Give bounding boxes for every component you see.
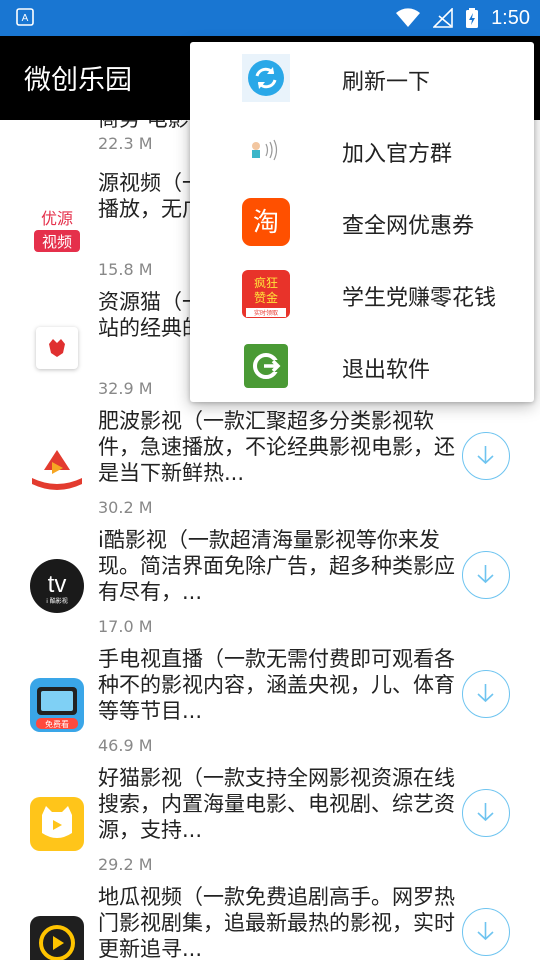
app-size: 15.8 M	[98, 260, 153, 279]
icon-text: i 酷影视	[46, 597, 68, 605]
app-description: 手电视直播（一款无需付费即可观看各种不的影视内容，涵盖央视，儿、体育等等节目..…	[98, 647, 455, 723]
app-icon-tv-live: 免费看	[30, 678, 84, 732]
app-size: 17.0 M	[98, 617, 153, 636]
app-icon-haomao	[30, 797, 84, 851]
menu-item-join-group[interactable]: 加入官方群	[190, 114, 534, 186]
qq-group-icon	[252, 139, 278, 161]
app-icon-resource-cat	[36, 327, 78, 369]
icon-text: 优源	[41, 209, 73, 228]
list-item[interactable]: 免费看 手电视直播（一款无需付费即可观看各种不的影视内容，涵盖央视，儿、体育等等…	[0, 646, 540, 764]
wifi-icon	[396, 8, 421, 27]
download-icon	[477, 565, 494, 584]
icon-text: 视频	[42, 233, 72, 251]
icon-text: 疯狂	[254, 275, 278, 290]
icon-text: tv	[48, 571, 67, 598]
download-button[interactable]	[462, 908, 510, 956]
icon-text: 淘	[253, 208, 279, 238]
no-signal-icon	[433, 8, 453, 28]
download-button[interactable]	[462, 789, 510, 837]
download-button[interactable]	[462, 432, 510, 480]
icon-text: 免费看	[45, 719, 69, 729]
list-item[interactable]: 肥波影视（一款汇聚超多分类影视软件，急速播放，不论经典影视电影，还是当下新鲜热.…	[0, 408, 540, 526]
app-description: 肥波影视（一款汇聚超多分类影视软件，急速播放，不论经典影视电影，还是当下新鲜热.…	[98, 409, 455, 485]
menu-item-refresh[interactable]: 刷新一下	[190, 42, 534, 114]
menu-item-label: 退出软件	[342, 358, 431, 383]
app-size: 29.2 M	[98, 855, 153, 874]
exit-icon	[244, 344, 288, 388]
crazy-money-icon: 疯狂 赞金 实时领取	[242, 270, 290, 318]
icon-text: 实时领取	[254, 309, 278, 317]
download-icon	[477, 684, 494, 703]
menu-item-exit[interactable]: 退出软件	[190, 330, 534, 402]
menu-item-coupons[interactable]: 淘 查全网优惠券	[190, 186, 534, 258]
download-icon	[477, 803, 494, 822]
app-size: 30.2 M	[98, 498, 153, 517]
app-icon-iku-tv: tv i 酷影视	[30, 559, 84, 613]
app-size: 46.9 M	[98, 736, 153, 755]
app-description: 地瓜视频（一款免费追剧高手。网罗热门影视剧集，追最新最热的影视，实时更新追寻..…	[98, 885, 455, 960]
status-time: 1:50	[491, 6, 530, 29]
taobao-icon: 淘	[242, 198, 290, 246]
download-button[interactable]	[462, 670, 510, 718]
download-icon	[477, 922, 494, 941]
refresh-icon	[242, 54, 290, 102]
app-size: 22.3 M	[98, 134, 153, 153]
menu-item-label: 刷新一下	[342, 70, 431, 95]
app-icon-feibo	[30, 440, 84, 494]
list-item[interactable]: 好猫影视（一款支持全网影视资源在线搜索，内置海量电影、电视剧、综艺资源，支持..…	[0, 765, 540, 883]
app-icon-digua	[30, 916, 84, 960]
status-bar: A 1:50	[0, 0, 540, 36]
overflow-menu: 刷新一下 加入官方群 淘 查全网优惠券 疯狂 赞金 实时领取 学生党赚零花钱 退…	[190, 42, 534, 402]
battery-charging-icon	[466, 8, 479, 28]
icon-text: 赞金	[254, 290, 278, 305]
menu-item-label: 加入官方群	[342, 142, 453, 167]
svg-text:A: A	[22, 13, 29, 24]
list-item[interactable]: tv i 酷影视 i酷影视（一款超清海量影视等你来发现。简洁界面免除广告，超多种…	[0, 527, 540, 645]
sim-card-icon: A	[16, 8, 34, 26]
list-item[interactable]: 地瓜视频（一款免费追剧高手。网罗热门影视剧集，追最新最热的影视，实时更新追寻..…	[0, 884, 540, 960]
menu-item-label: 查全网优惠券	[342, 214, 475, 239]
app-title: 微创乐园	[24, 65, 132, 96]
download-button[interactable]	[462, 551, 510, 599]
download-icon	[477, 446, 494, 465]
app-description: i酷影视（一款超清海量影视等你来发现。简洁界面免除广告，超多种类影应有尽有，..…	[98, 528, 455, 604]
app-description: 好猫影视（一款支持全网影视资源在线搜索，内置海量电影、电视剧、综艺资源，支持..…	[98, 766, 455, 842]
menu-item-earn-money[interactable]: 疯狂 赞金 实时领取 学生党赚零花钱	[190, 258, 534, 330]
menu-item-label: 学生党赚零花钱	[342, 286, 497, 311]
app-size: 32.9 M	[98, 379, 153, 398]
app-icon-yuan-video: 优源 视频	[30, 202, 84, 256]
